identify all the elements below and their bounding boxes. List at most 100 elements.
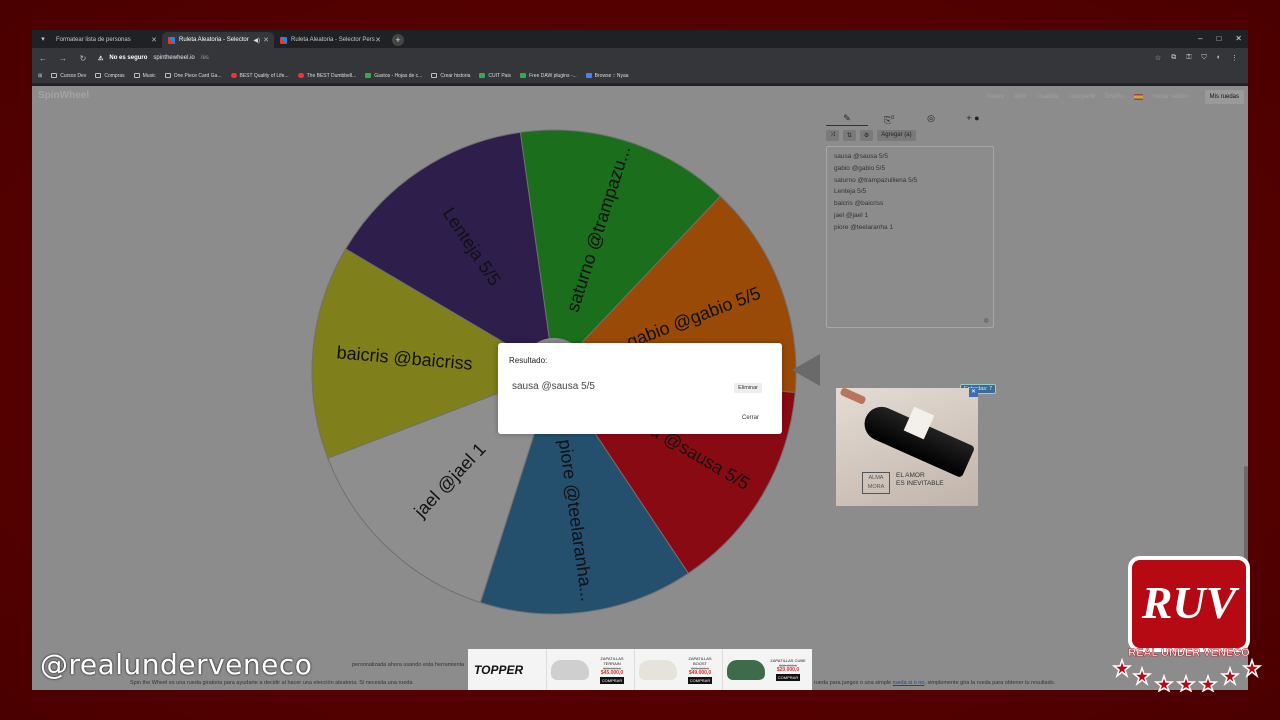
tab-ruleta-active[interactable]: Ruleta Aleatoria - Selector ◀) ✕ xyxy=(162,32,274,48)
topper-ad[interactable]: TOPPER ZAPATILLAS TERRAIN $95.000,0 $45.00… xyxy=(468,649,812,690)
resize-handle-icon[interactable]: ◍ xyxy=(984,317,989,324)
remove-button[interactable]: Eliminar xyxy=(734,383,762,393)
logo-text: REAL UNDER VENECO xyxy=(1128,647,1250,659)
shoe-image xyxy=(727,659,765,680)
topper-logo: TOPPER xyxy=(474,662,524,677)
close-tab-icon[interactable]: ✕ xyxy=(263,36,269,44)
apps-icon[interactable]: ⊞ xyxy=(38,73,42,79)
product-card[interactable]: ZAPATILLAS BOOST $70.000,0 $49.000,0 COMPRA… xyxy=(634,649,722,690)
bookmark-label: CUIT Pais xyxy=(488,72,512,79)
url-host: spinthewheel.io xyxy=(153,55,195,61)
nav-new[interactable]: Nuevo xyxy=(987,94,1004,100)
extensions-icon[interactable]: ⧉ xyxy=(1171,54,1176,62)
minimize-icon[interactable]: – xyxy=(1198,34,1202,43)
bookmark-item[interactable]: Compras xyxy=(95,72,125,79)
buy-button[interactable]: COMPRAR xyxy=(775,674,801,681)
bookmark-item[interactable]: Free DAW plugins -... xyxy=(520,73,577,79)
bookmark-item[interactable]: One Piece Card Ga... xyxy=(164,72,222,79)
reload-icon[interactable]: ↻ xyxy=(78,54,88,63)
product-name: ZAPATILLAS BOOST xyxy=(688,655,712,666)
key-icon[interactable]: ⚿ xyxy=(1186,54,1191,62)
nav-share[interactable]: Compartir xyxy=(1069,94,1095,100)
maximize-icon[interactable]: □ xyxy=(1216,34,1221,43)
yes-no-wheel-link[interactable]: rueda si o no xyxy=(893,680,925,686)
buy-button[interactable]: COMPRAR xyxy=(599,676,625,684)
bookmarks-bar: ⊞ Cursos Dev Compras Music One Piece Car… xyxy=(32,68,1248,84)
shuffle-button[interactable]: ⤨ xyxy=(826,130,839,141)
bookmark-item[interactable]: Music xyxy=(133,73,156,79)
entry-line: gabio @gabio 5/5 xyxy=(834,164,886,172)
bookmark-label: Compras xyxy=(104,72,125,79)
close-button[interactable]: Cerrar xyxy=(739,413,762,423)
product-price: $20.000,0 xyxy=(776,667,800,673)
tab-edit-entries[interactable]: ✎ xyxy=(826,110,868,126)
bookmark-star-icon[interactable]: ☆ xyxy=(1155,54,1161,62)
buy-button[interactable]: COMPRAR xyxy=(687,676,713,684)
site-icon xyxy=(585,73,592,78)
logo-monogram: RUV xyxy=(1141,577,1240,628)
bookmark-item[interactable]: Cursos Dev xyxy=(51,73,86,79)
entry-line: sausa @sausa 5/5 xyxy=(834,153,888,160)
entries-textarea[interactable]: sausa @sausa 5/5 gabio @gabio 5/5 saturno … xyxy=(826,146,994,328)
profile-icon[interactable]: ◐ xyxy=(1217,54,1221,62)
settings-button[interactable]: ⚙ xyxy=(859,130,874,141)
tab-formatear[interactable]: Formatear lista de personas ✕ xyxy=(50,32,162,48)
tab-results[interactable]: ⎘0 xyxy=(868,110,910,126)
forward-icon[interactable]: → xyxy=(58,54,68,63)
sort-button[interactable]: ⇅ xyxy=(842,130,856,141)
bookmark-item[interactable]: Crear historia xyxy=(431,73,470,79)
panel-tabs: ✎ ⎘0 ◎ + ● xyxy=(826,110,994,126)
new-tab-button[interactable]: + xyxy=(392,34,404,46)
entry-line: baicris @baicriss xyxy=(834,200,884,208)
ad-close-icon[interactable]: ✕ xyxy=(969,388,978,397)
browser-toolbar: ← → ↻ ⚠ No es seguro spinthewheel.io/es … xyxy=(32,48,1248,68)
footer-text-right-pre: rueda para juegos o una simple xyxy=(814,680,893,686)
ad-tagline: EL AMOR ES INEVITABLE xyxy=(896,472,944,488)
audio-icon[interactable]: ◀) xyxy=(253,37,260,44)
product-card[interactable]: ZAPATILLAS CUBE $65.000,0 $20.000,0 COMPRAR xyxy=(722,649,810,690)
product-info: ZAPATILLAS TERRAIN $95.000,0 $45.000,0 COMP… xyxy=(593,656,631,684)
tab-add-wheel[interactable]: + ● xyxy=(952,110,994,126)
entry-line: Lenteja 5/5 xyxy=(834,188,867,196)
tab-search-icon[interactable]: ▾ xyxy=(36,35,50,43)
bookmark-label: Cursos Dev xyxy=(60,72,87,79)
folder-icon xyxy=(51,73,58,78)
nav-open[interactable]: Abrir xyxy=(1014,94,1027,100)
nav-login[interactable]: Iniciar sesión xyxy=(1153,94,1188,100)
bookmark-item[interactable]: The BEST Dumbbell... xyxy=(297,73,356,79)
warning-icon[interactable]: ⚠ xyxy=(98,55,103,62)
bookmark-item[interactable]: CUIT Pais xyxy=(479,73,511,79)
shield-icon[interactable]: ⛉ xyxy=(1202,54,1207,62)
site-logo[interactable]: SpinWheel xyxy=(38,90,89,101)
folder-icon xyxy=(133,73,140,78)
nav-save[interactable]: Guardar xyxy=(1037,94,1059,100)
site-nav: Nuevo Abrir Guardar Compartir Diseño Ini… xyxy=(987,94,1188,100)
bookmark-item[interactable]: Browse :: Nyaa xyxy=(585,73,629,79)
product-info: ZAPATILLAS BOOST $70.000,0 $49.000,0 COMPRA… xyxy=(681,656,719,684)
tab-hidden[interactable]: ◎ xyxy=(910,110,952,126)
tab-ruleta-2[interactable]: Ruleta Aleatoria - Selector Pers ✕ xyxy=(274,32,386,48)
add-entry-button[interactable]: Agregar (a) xyxy=(877,130,916,141)
bookmark-label: One Piece Card Ga... xyxy=(173,72,222,79)
product-card[interactable]: ZAPATILLAS TERRAIN $95.000,0 $45.000,0 COMP… xyxy=(546,649,634,690)
wheel-pointer xyxy=(792,354,820,386)
close-tab-icon[interactable]: ✕ xyxy=(151,36,157,44)
sheets-icon xyxy=(365,73,372,78)
language-flag-icon[interactable] xyxy=(1133,94,1143,100)
wine-ad[interactable]: ✕ ALMA MORA EL AMOR ES INEVITABLE xyxy=(836,388,978,506)
menu-dots-icon[interactable]: ⋮ xyxy=(1231,54,1238,62)
close-window-icon[interactable]: ✕ xyxy=(1235,34,1242,43)
entry-line: jael @jael 1 xyxy=(834,211,869,219)
address-bar[interactable]: ⚠ No es seguro spinthewheel.io/es xyxy=(98,51,1145,65)
close-tab-icon[interactable]: ✕ xyxy=(375,36,381,44)
back-icon[interactable]: ← xyxy=(38,54,48,63)
streamer-logo: RUV REAL UNDER VENECO xyxy=(1112,556,1262,692)
bookmark-item[interactable]: BEST Quality of Life... xyxy=(230,73,289,79)
shoe-image xyxy=(639,659,677,680)
my-wheels-button[interactable]: Mis ruedas xyxy=(1204,90,1244,104)
site-icon xyxy=(431,73,438,78)
bookmark-label: Gastos - Hojas de c... xyxy=(374,72,423,79)
nav-design[interactable]: Diseño xyxy=(1105,94,1124,100)
tab-title: Ruleta Aleatoria - Selector xyxy=(179,37,249,43)
bookmark-item[interactable]: Gastos - Hojas de c... xyxy=(365,73,422,79)
